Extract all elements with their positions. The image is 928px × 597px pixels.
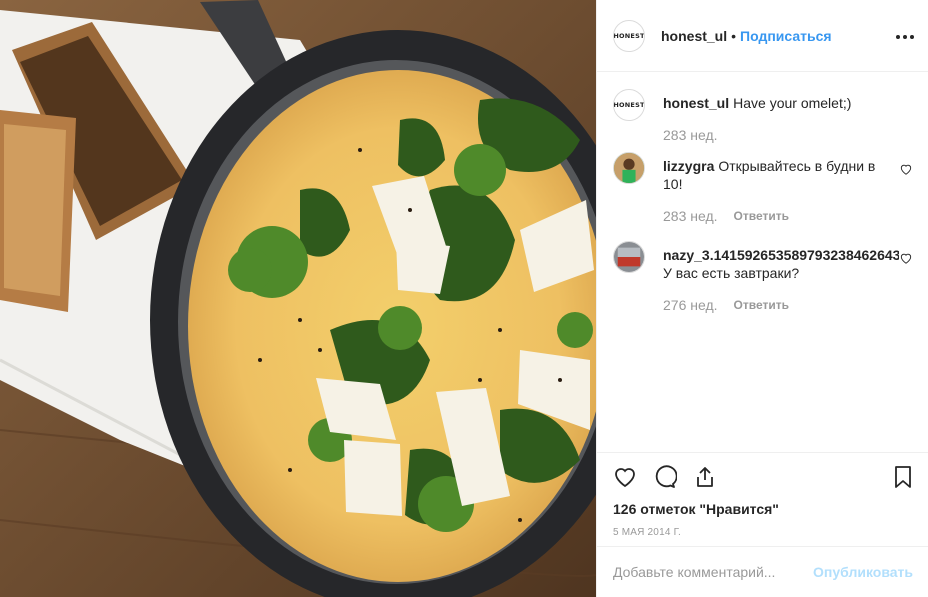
caption: HONEST honest_ul Have your omelet;) 283 н… (613, 89, 913, 144)
caption-text: Have your omelet;) (733, 95, 852, 111)
comment-time[interactable]: 276 нед. (663, 296, 718, 314)
instagram-post: HONEST honest_ul • Подписаться HONEST ho… (0, 0, 928, 597)
comment-username[interactable]: nazy_3.1415926535897932384626433 (663, 247, 899, 263)
avatar[interactable] (613, 152, 645, 184)
bookmark-icon[interactable] (891, 465, 915, 489)
share-icon[interactable] (693, 465, 717, 489)
likes-count[interactable]: 126 отметок "Нравится" (613, 501, 913, 517)
comment-body: lizzygra Открывайтесь в будни в 10! 283 н… (663, 152, 913, 225)
comment-icon[interactable] (653, 465, 677, 489)
more-icon[interactable] (896, 24, 914, 45)
caption-meta: 283 нед. (663, 126, 891, 144)
comment-item: lizzygra Открывайтесь в будни в 10! 283 н… (613, 152, 913, 225)
action-icons (613, 463, 913, 491)
publish-button[interactable]: Опубликовать (813, 564, 913, 580)
post-actions: 126 отметок "Нравится" 5 МАЯ 2014 Г. (597, 452, 928, 538)
comment-time[interactable]: 283 нед. (663, 207, 718, 225)
comment-list: HONEST honest_ul Have your omelet;) 283 н… (597, 73, 928, 451)
header-username[interactable]: honest_ul (661, 28, 727, 44)
avatar[interactable]: HONEST (613, 19, 645, 52)
reply-button[interactable]: Ответить (734, 207, 789, 225)
header-separator: • (731, 27, 737, 44)
add-comment-bar: Опубликовать (597, 546, 928, 597)
reply-button[interactable]: Ответить (734, 296, 789, 314)
user-photo-icon (614, 153, 644, 183)
post-header: HONEST honest_ul • Подписаться (597, 0, 928, 72)
caption-username[interactable]: honest_ul (663, 95, 729, 111)
comment-meta: 283 нед. Ответить (663, 207, 891, 225)
heart-icon[interactable] (613, 465, 637, 489)
post-photo[interactable] (0, 0, 596, 597)
comment-input[interactable] (613, 564, 814, 580)
heart-icon[interactable] (899, 251, 913, 265)
post-sidebar: HONEST honest_ul • Подписаться HONEST ho… (596, 0, 928, 597)
post-date[interactable]: 5 МАЯ 2014 Г. (613, 527, 913, 538)
heart-icon[interactable] (899, 162, 913, 176)
caption-time[interactable]: 283 нед. (663, 126, 718, 144)
caption-body: honest_ul Have your omelet;) 283 нед. (663, 89, 913, 144)
comment-username-line: nazy_3.1415926535897932384626433 (663, 246, 899, 264)
comment-username[interactable]: lizzygra (663, 158, 714, 174)
avatar[interactable] (613, 241, 645, 273)
avatar[interactable]: HONEST (613, 89, 645, 121)
honest-logo: HONEST (613, 31, 645, 40)
follow-button[interactable]: Подписаться (740, 28, 832, 44)
comment-meta: 276 нед. Ответить (663, 296, 891, 314)
omelet-photo-illustration (0, 0, 596, 597)
honest-logo: HONEST (613, 101, 645, 109)
comment-body: nazy_3.1415926535897932384626433 У вас е… (663, 241, 913, 314)
comment-item: nazy_3.1415926535897932384626433 У вас е… (613, 241, 913, 314)
more-icon-glyph (896, 35, 914, 39)
user-photo-icon (614, 242, 644, 272)
comment-text: У вас есть завтраки? (663, 265, 800, 281)
